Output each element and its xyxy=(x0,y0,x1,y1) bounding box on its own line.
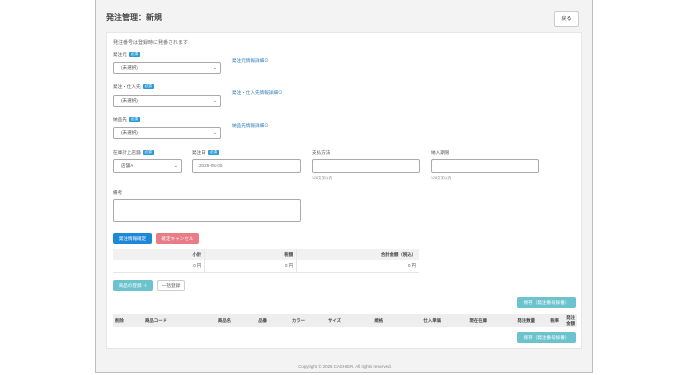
copyright-footer: Copyright © 2025 CASHIER. All rights res… xyxy=(298,364,392,369)
payment-label: 支払方法 xyxy=(312,150,331,155)
required-badge: 必須 xyxy=(128,52,140,58)
save-top-button[interactable]: 保存（発注番号採番） xyxy=(517,297,576,308)
col-delete: 削除 xyxy=(113,314,143,327)
supplier-label: 発注元 必須 xyxy=(113,52,140,58)
col-product-name: 商品名 xyxy=(197,314,233,327)
bulk-register-button[interactable]: 一括登録 xyxy=(157,280,185,291)
total-header: 合計金額（税込） xyxy=(296,249,419,260)
chevron-down-icon: ⌄ xyxy=(212,130,217,136)
order-form-card: 発注番号は登録時に発番されます 発注元 必須 (未選択) ⌄ 発注元情報詳細⊙ 発注… xyxy=(106,32,582,349)
col-size: サイズ xyxy=(307,314,343,327)
delivery-label: 納品先 必須 xyxy=(113,117,140,123)
summary-value-row: 0 円 0 円 0 円 xyxy=(113,260,419,273)
delivery-detail-link[interactable]: 納品先情報詳細⊙ xyxy=(232,123,269,129)
supplier-select[interactable]: (未選択) ⌄ xyxy=(113,62,221,74)
items-header-row: 削除 商品コード 商品名 品番 カラー サイズ 規格 仕入単価 現在在庫 発注数… xyxy=(113,314,577,327)
vendor-select[interactable]: (未選択) ⌄ xyxy=(113,95,221,107)
chevron-down-icon: ⌄ xyxy=(212,98,217,104)
summary-table: 小計 税額 合計金額（税込） 0 円 0 円 0 円 xyxy=(113,249,419,273)
add-product-button[interactable]: 商品の登録 ＋ xyxy=(113,280,153,291)
col-unit-price: 仕入単価 xyxy=(385,314,443,327)
summary-header-row: 小計 税額 合計金額（税込） xyxy=(113,249,419,260)
tax-header: 税額 xyxy=(204,249,298,260)
order-date-input[interactable]: 2025-05-05 xyxy=(192,159,301,173)
store-select[interactable]: 店舗A ⌄ xyxy=(113,159,182,173)
delivery-select[interactable]: (未選択) ⌄ xyxy=(113,127,221,139)
col-amount: 発注金額 xyxy=(561,314,577,327)
col-product-code: 商品コード xyxy=(143,314,197,327)
cancel-confirm-button[interactable]: 確定キャンセル xyxy=(156,233,199,244)
subtotal-header: 小計 xyxy=(113,249,206,260)
page-title: 発注管理：新規 xyxy=(106,13,162,22)
chevron-down-icon: ⌄ xyxy=(173,163,178,169)
vendor-label: 発注・仕入先 必須 xyxy=(113,84,154,90)
chevron-down-icon: ⌄ xyxy=(212,65,217,71)
supplier-detail-link[interactable]: 発注元情報詳細⊙ xyxy=(232,58,269,64)
purchase-period-hint: 128文字以内 xyxy=(431,176,452,180)
payment-hint: 128文字以内 xyxy=(312,176,333,180)
items-table: 削除 商品コード 商品名 品番 カラー サイズ 規格 仕入単価 現在在庫 発注数… xyxy=(113,314,577,327)
col-spec: 規格 xyxy=(343,314,385,327)
col-part-number: 品番 xyxy=(233,314,269,327)
order-date-label: 発注日 必須 xyxy=(192,150,219,156)
app-window: 発注管理：新規 戻る 発注番号は登録時に発番されます 発注元 必須 (未選択) ⌄ … xyxy=(95,0,593,373)
col-tax-rate: 税率 xyxy=(537,314,561,327)
tax-value: 0 円 xyxy=(204,260,298,273)
total-value: 0 円 xyxy=(296,260,419,273)
required-badge: 必須 xyxy=(207,150,219,156)
remarks-textarea[interactable] xyxy=(113,199,301,222)
vendor-detail-link[interactable]: 発注・仕入先情報詳細⊙ xyxy=(232,90,283,96)
required-badge: 必須 xyxy=(128,117,140,123)
store-label: 在庫計上店舗 必須 xyxy=(113,150,154,156)
col-color: カラー xyxy=(269,314,307,327)
back-button[interactable]: 戻る xyxy=(554,11,579,27)
col-quantity: 発注数量 xyxy=(489,314,537,327)
save-bottom-button[interactable]: 保存（発注番号採番） xyxy=(517,332,576,343)
subtotal-value: 0 円 xyxy=(113,260,206,273)
remarks-label: 備考 xyxy=(113,190,123,195)
required-badge: 必須 xyxy=(142,150,154,156)
required-badge: 必須 xyxy=(142,84,154,90)
purchase-period-label: 納入期限 xyxy=(431,150,450,155)
col-stock: 現在在庫 xyxy=(443,314,489,327)
payment-input[interactable] xyxy=(312,159,420,173)
order-number-note: 発注番号は登録時に発番されます xyxy=(113,40,189,46)
confirm-order-button[interactable]: 発注情報確定 xyxy=(113,233,152,244)
purchase-period-input[interactable] xyxy=(431,159,539,173)
